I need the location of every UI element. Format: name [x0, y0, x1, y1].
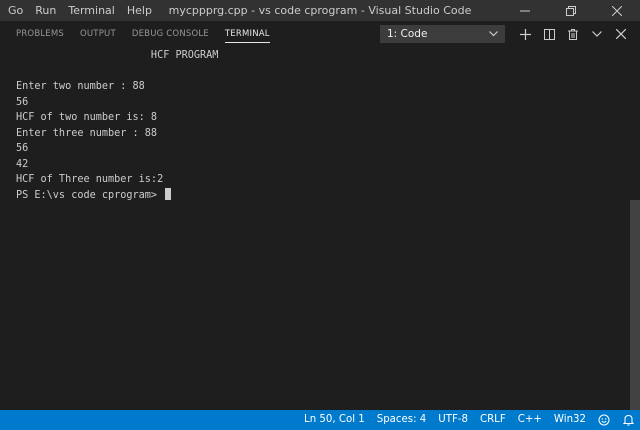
terminal-line: Enter three number : 88 [16, 127, 158, 139]
status-cursor-position[interactable]: Ln 50, Col 1 [298, 410, 371, 430]
bell-icon [622, 414, 634, 426]
tab-problems[interactable]: PROBLEMS [16, 21, 64, 47]
status-indentation[interactable]: Spaces: 4 [371, 410, 433, 430]
terminal-line: HCF of Three number is:2 [16, 174, 164, 185]
status-bar: Ln 50, Col 1 Spaces: 4 UTF-8 CRLF C++ Wi… [0, 410, 640, 430]
status-encoding[interactable]: UTF-8 [432, 410, 474, 430]
terminal-line: 42 [16, 158, 29, 170]
terminal-line: HCF of two number is: 8 [16, 112, 158, 123]
terminal-scrollbar-thumb[interactable] [630, 200, 640, 410]
close-icon [612, 5, 622, 16]
split-icon [543, 28, 555, 40]
terminal-line: 56 [16, 96, 29, 108]
split-terminal-button[interactable] [537, 24, 561, 44]
terminal-output[interactable]: HCF PROGRAM Enter two number : 88 56 HCF… [16, 48, 628, 410]
menu-go[interactable]: Go [0, 0, 29, 21]
status-eol[interactable]: CRLF [474, 410, 512, 430]
menu-help[interactable]: Help [121, 0, 158, 21]
close-icon [616, 29, 626, 39]
kill-terminal-button[interactable] [561, 24, 585, 44]
menu-terminal[interactable]: Terminal [62, 0, 121, 21]
tab-output[interactable]: OUTPUT [80, 21, 116, 47]
restore-icon [566, 5, 576, 16]
terminal-line: Enter two number : 88 [16, 81, 145, 92]
notifications-button[interactable] [616, 410, 640, 430]
close-panel-button[interactable] [609, 24, 633, 44]
tab-terminal[interactable]: TERMINAL [224, 21, 270, 47]
title-bar: Go Run Terminal Help mycppprg.cpp - vs c… [0, 0, 640, 21]
feedback-button[interactable] [592, 410, 616, 430]
menu-run[interactable]: Run [29, 0, 62, 21]
terminal-prompt: PS E:\vs code cprogram> [16, 189, 164, 201]
panel-tabs: PROBLEMS OUTPUT DEBUG CONSOLE TERMINAL [0, 21, 278, 47]
terminal-line: HCF PROGRAM [16, 50, 219, 61]
chevron-down-icon [592, 31, 602, 37]
plus-icon [519, 28, 531, 40]
restore-button[interactable] [548, 0, 594, 21]
window-controls [502, 0, 640, 21]
menu-bar: Go Run Terminal Help [0, 0, 158, 21]
tab-debug-console[interactable]: DEBUG CONSOLE [132, 21, 209, 47]
maximize-panel-button[interactable] [585, 24, 609, 44]
terminal-cursor [165, 187, 172, 200]
terminal-line: 56 [16, 143, 29, 154]
terminal-prompt-line: PS E:\vs code cprogram> [16, 187, 628, 204]
minimize-button[interactable] [502, 0, 548, 21]
new-terminal-button[interactable] [513, 24, 537, 44]
status-language[interactable]: C++ [512, 410, 548, 430]
close-window-button[interactable] [594, 0, 640, 21]
feedback-icon [598, 414, 610, 426]
trash-icon [568, 28, 578, 40]
panel-actions [513, 24, 633, 44]
terminal-select[interactable]: 1: Code [380, 25, 505, 43]
status-platform[interactable]: Win32 [548, 410, 592, 430]
minimize-icon [520, 10, 530, 11]
terminal-select-value: 1: Code [387, 28, 428, 40]
chevron-down-icon [489, 31, 498, 37]
